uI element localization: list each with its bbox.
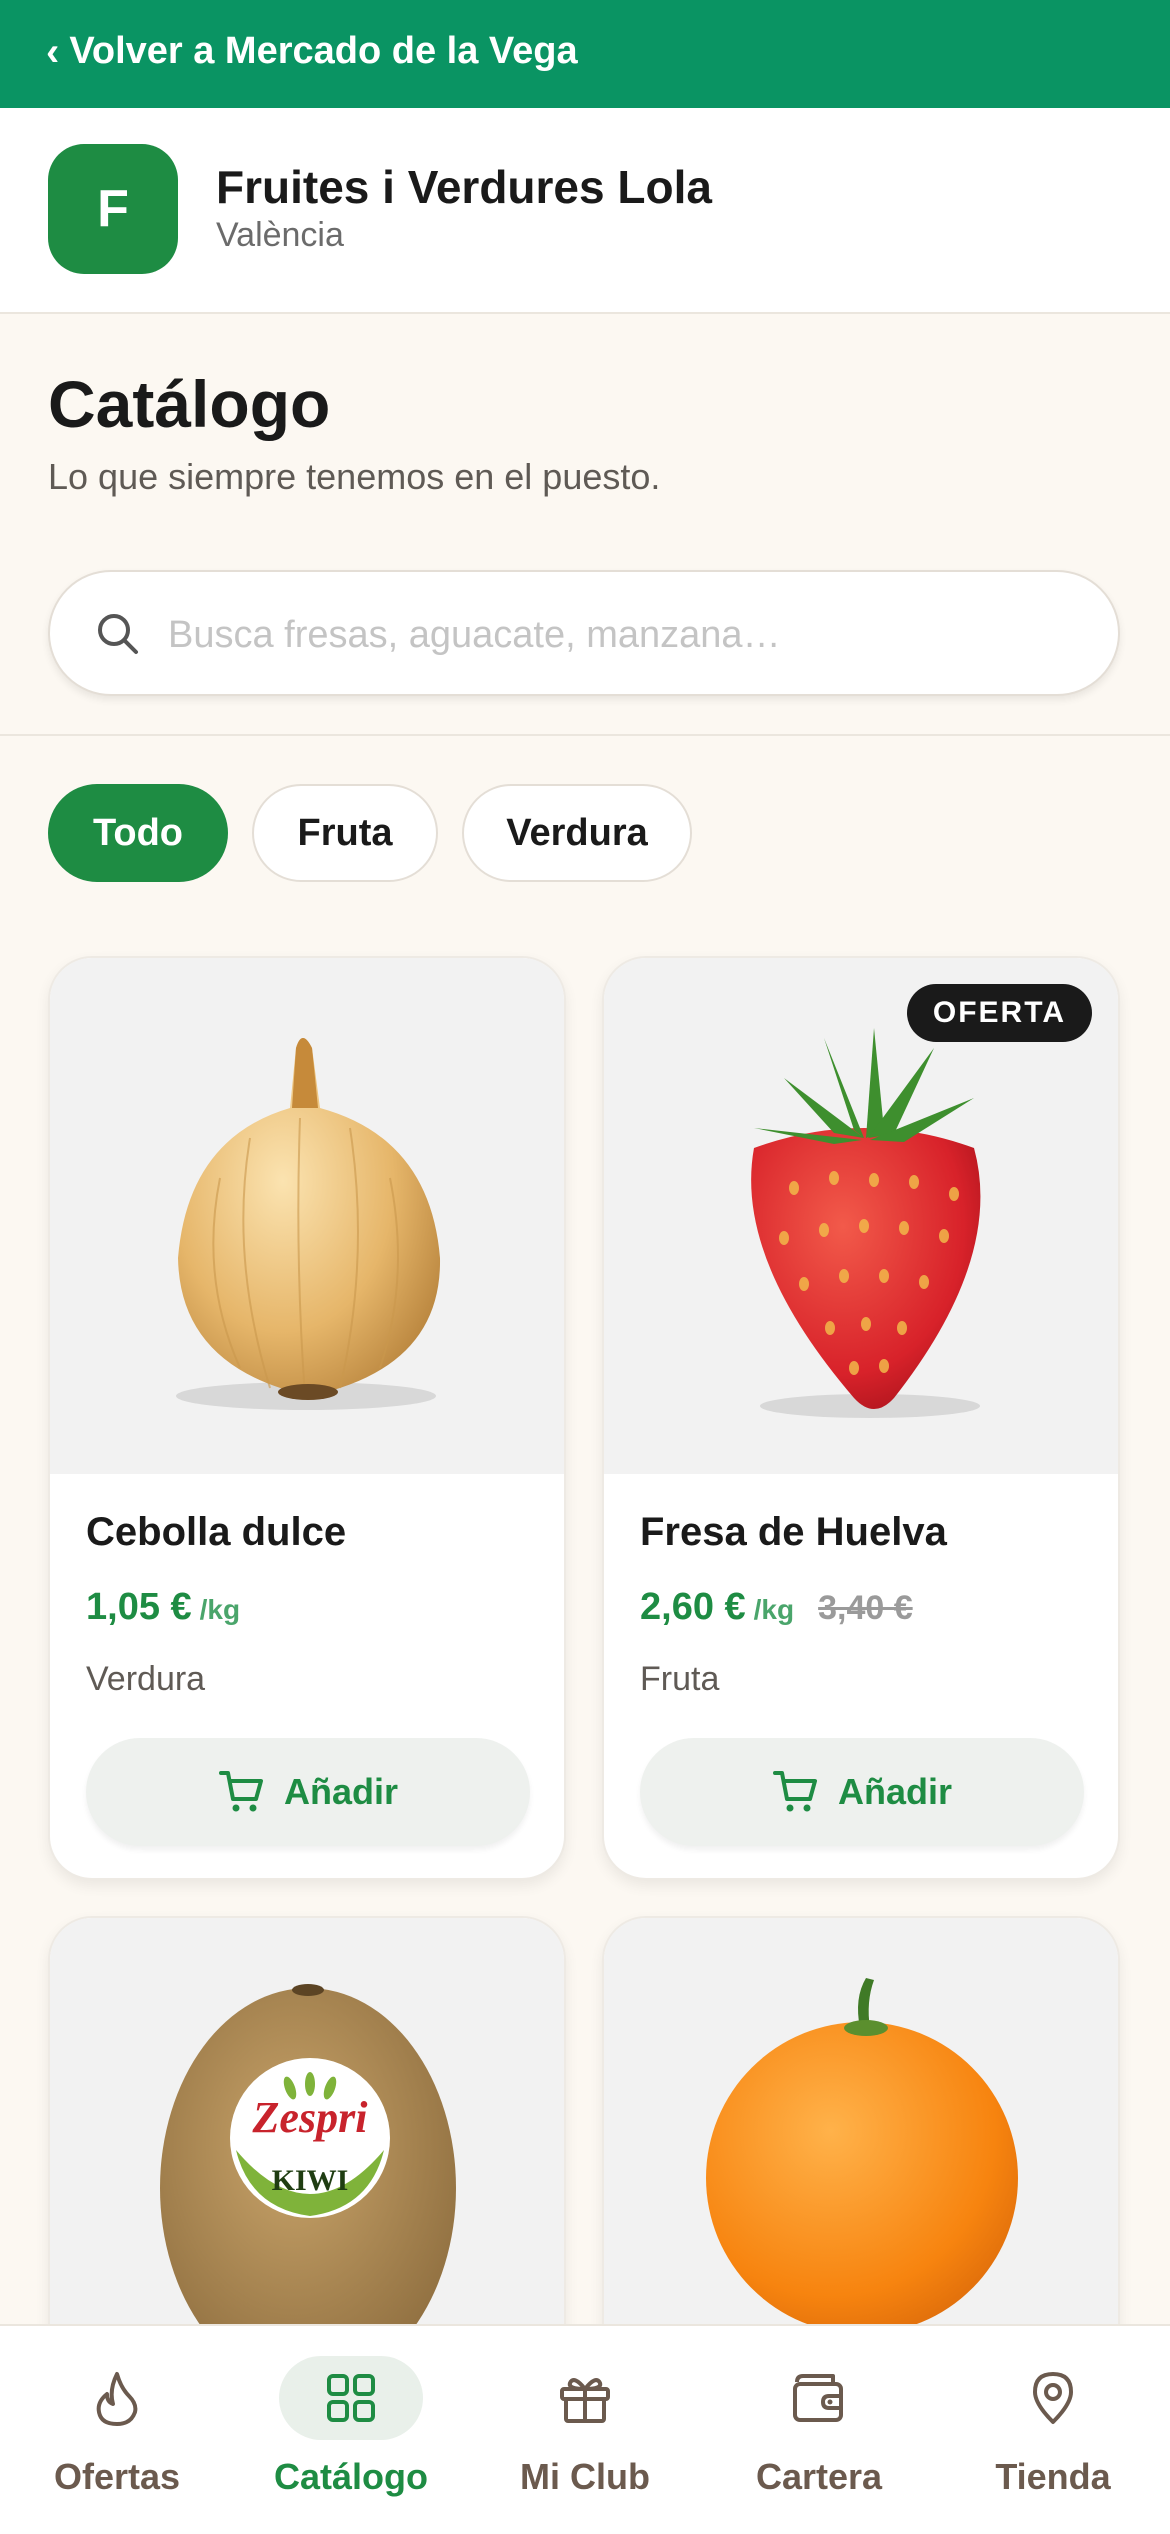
product-name: Cebolla dulce xyxy=(86,1510,347,1554)
cart-icon xyxy=(218,1771,263,1812)
grid-icon xyxy=(327,2374,375,2422)
product-price: 2,60 € /kg 3,40 € xyxy=(640,1586,913,1629)
nav-item-catalogo[interactable]: Catálogo xyxy=(234,2356,468,2506)
onion-image xyxy=(176,1038,441,1410)
nav-icon-box xyxy=(279,2356,423,2440)
product-card[interactable]: OFERTA Fresa de Huelva 2,60 € /kg 3,40 €… xyxy=(602,956,1120,1880)
filter-chip-todo[interactable]: Todo xyxy=(48,784,228,882)
product-image-area xyxy=(50,958,564,1474)
nav-item-mi-club[interactable]: Mi Club xyxy=(468,2356,702,2506)
nav-icon-box xyxy=(981,2356,1125,2440)
nav-icon-box xyxy=(45,2356,189,2440)
top-bar: ‹ Volver a Mercado de la Vega xyxy=(0,0,1170,108)
page-title: Catálogo xyxy=(48,367,331,441)
price-value: 2,60 € xyxy=(640,1586,746,1628)
back-label: Volver a Mercado de la Vega xyxy=(69,30,578,72)
nav-item-cartera[interactable]: Cartera xyxy=(702,2356,936,2506)
price-unit: /kg xyxy=(199,1594,241,1625)
nav-label: Ofertas xyxy=(53,2456,181,2497)
wallet-icon xyxy=(793,2374,843,2422)
cart-icon xyxy=(772,1771,817,1812)
search-icon xyxy=(98,614,138,654)
back-link[interactable]: ‹ Volver a Mercado de la Vega xyxy=(46,30,578,73)
store-header: F Fruites i Verdures Lola València xyxy=(0,108,1170,314)
bottom-nav: Ofertas Catálogo Mi Club Cartera Tienda xyxy=(0,2324,1170,2534)
chevron-left-icon: ‹ xyxy=(46,29,60,74)
nav-item-ofertas[interactable]: Ofertas xyxy=(0,2356,234,2506)
filter-chip-fruta[interactable]: Fruta xyxy=(252,784,438,882)
price-value: 1,05 € xyxy=(86,1586,192,1628)
add-button-label: Añadir xyxy=(283,1771,398,1812)
product-card[interactable]: Cebolla dulce 1,05 € /kg Verdura Añadir xyxy=(48,956,566,1880)
nav-label: Mi Club xyxy=(520,2456,650,2497)
store-avatar: F xyxy=(48,144,178,274)
product-category: Fruta xyxy=(640,1660,720,1698)
svg-text:KIWI: KIWI xyxy=(272,2164,349,2197)
offer-badge: OFERTA xyxy=(906,984,1092,1042)
add-to-cart-button[interactable]: Añadir xyxy=(640,1738,1084,1846)
nav-icon-box xyxy=(513,2356,657,2440)
nav-label: Cartera xyxy=(755,2456,883,2497)
page-subtitle: Lo que siempre tenemos en el puesto. xyxy=(48,456,661,497)
product-name: Fresa de Huelva xyxy=(640,1510,947,1554)
nav-label: Catálogo xyxy=(273,2456,428,2497)
search-input[interactable] xyxy=(166,596,1070,674)
nav-icon-box xyxy=(747,2356,891,2440)
nav-item-tienda[interactable]: Tienda xyxy=(936,2356,1170,2506)
nav-label: Tienda xyxy=(995,2456,1111,2497)
divider xyxy=(0,734,1170,736)
svg-text:Zespri: Zespri xyxy=(252,2093,369,2142)
location-pin-icon xyxy=(1033,2372,1073,2424)
old-price: 3,40 € xyxy=(818,1589,913,1627)
search-bar[interactable] xyxy=(48,570,1120,696)
product-category: Verdura xyxy=(86,1660,206,1698)
product-price: 1,05 € /kg xyxy=(86,1586,240,1629)
add-button-label: Añadir xyxy=(837,1771,952,1812)
filter-chip-verdura[interactable]: Verdura xyxy=(462,784,692,882)
price-unit: /kg xyxy=(753,1594,795,1625)
store-name: Fruites i Verdures Lola xyxy=(216,161,712,213)
store-city: València xyxy=(216,216,344,254)
add-to-cart-button[interactable]: Añadir xyxy=(86,1738,530,1846)
flame-icon xyxy=(96,2372,138,2426)
gift-icon xyxy=(560,2378,610,2423)
